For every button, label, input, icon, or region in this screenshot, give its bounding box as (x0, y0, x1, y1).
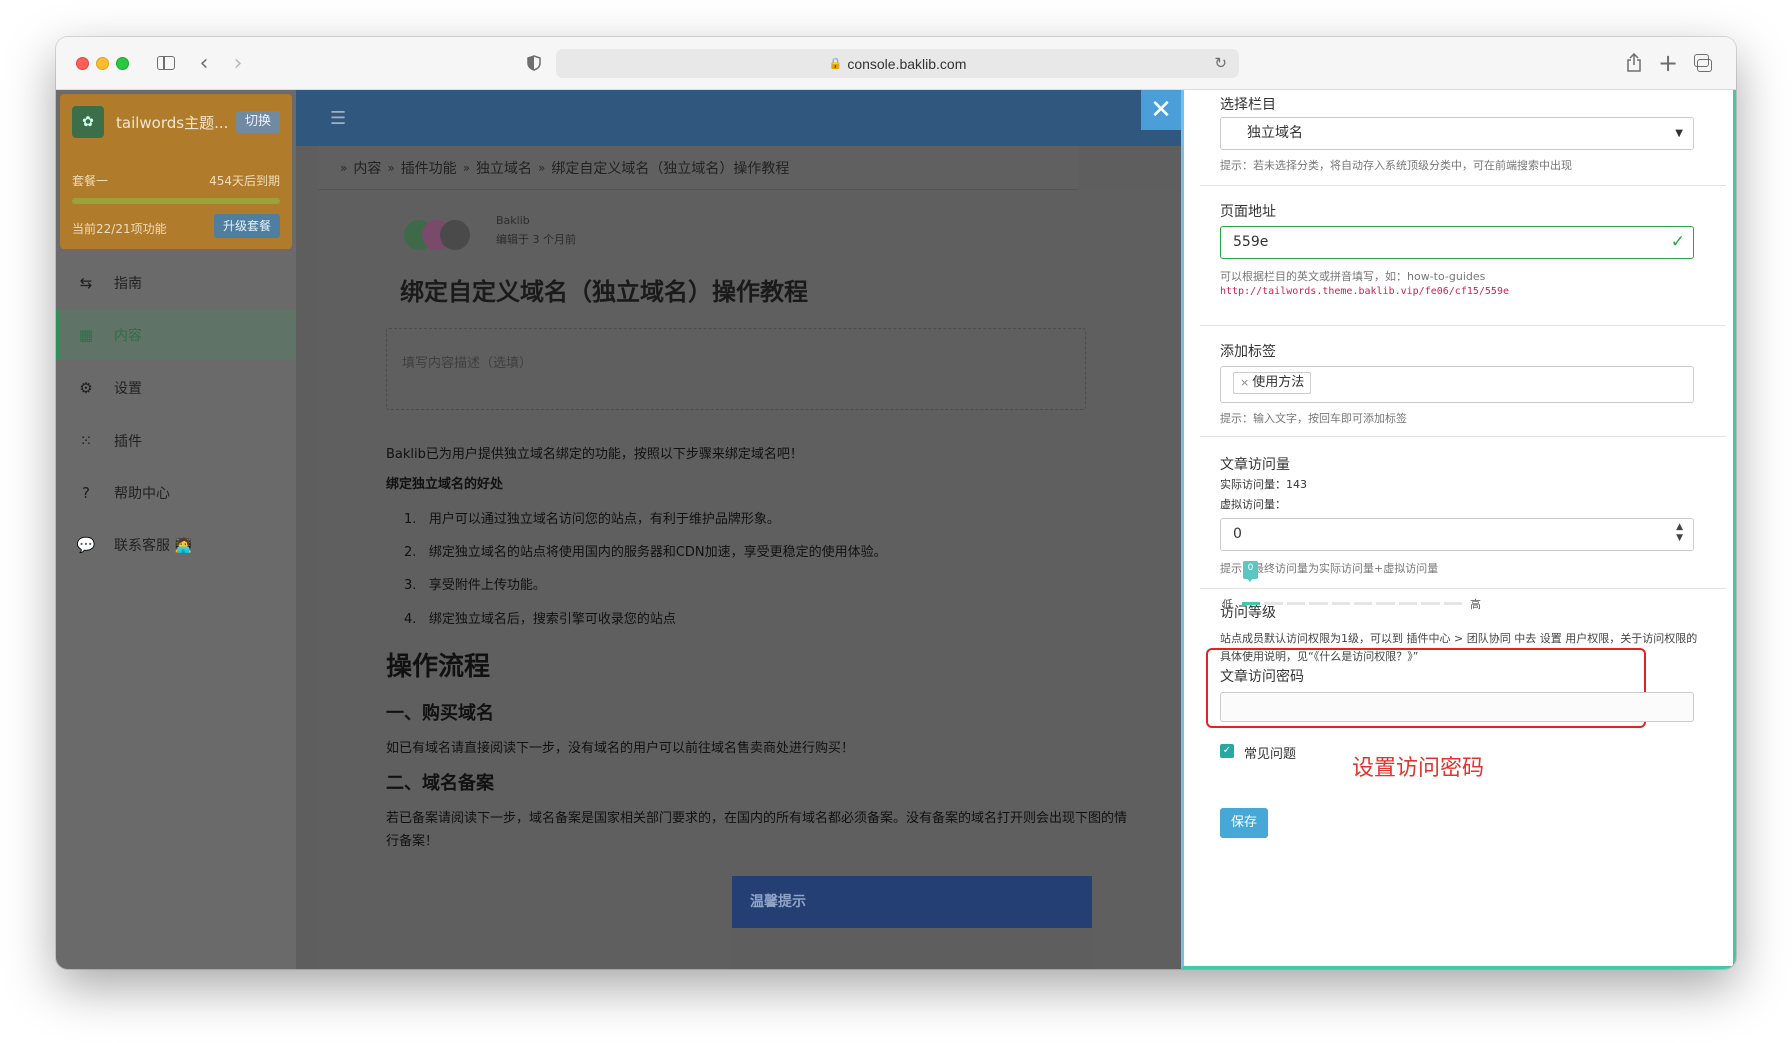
faq-checkbox[interactable]: ✓ (1220, 744, 1234, 758)
author-name: Baklib (496, 214, 530, 227)
close-drawer-button[interactable]: ✕ (1141, 90, 1181, 130)
plan-features: 当前22/21项功能 (72, 222, 167, 236)
menu-icon[interactable]: ☰ (330, 108, 346, 129)
article-title[interactable]: 绑定自定义域名（独立域名）操作教程 (400, 272, 808, 307)
site-name[interactable]: tailwords主题... (116, 112, 228, 133)
plan-name: 套餐一 (72, 174, 109, 188)
benefits-heading: 绑定独立域名的好处 (386, 477, 504, 492)
sidebar-item-label: 内容 (114, 328, 142, 344)
sidebar-item-label: 联系客服 🧑‍💻 (114, 538, 192, 554)
level-low-label: 低 (1222, 598, 1233, 611)
sidebar-item-help[interactable]: ? 帮助中心 (56, 468, 296, 518)
tip-box: 温馨提示 (732, 876, 1092, 969)
reload-icon[interactable]: ↻ (1214, 54, 1227, 72)
sidebar-item-label: 帮助中心 (114, 486, 170, 502)
level-high-label: 高 (1470, 598, 1481, 611)
list-item: 2. 绑定独立域名的站点将使用国内的服务器和CDN加速，享受更稳定的使用体验。 (404, 545, 887, 560)
gear-icon: ⚙ (79, 379, 93, 397)
upgrade-plan-button[interactable]: 升级套餐 (213, 214, 280, 238)
sidebar-toggle-icon[interactable] (154, 50, 178, 76)
share-icon[interactable] (1622, 50, 1646, 76)
address-bar[interactable]: 🔒 console.baklib.com ↻ (556, 49, 1239, 78)
step2-text: 若已备案请阅读下一步，域名备案是国家相关部门要求的，在国内的所有域名都必须备案。… (386, 811, 1128, 826)
sidebar-item-label: 指南 (114, 276, 142, 292)
plan-expire: 454天后到期 (209, 174, 280, 188)
save-button[interactable]: 保存 (1220, 808, 1268, 838)
minimize-window-button[interactable] (96, 57, 109, 70)
close-icon: ✕ (1150, 95, 1172, 125)
grid-icon: ▦ (78, 326, 94, 344)
sidebar-item-plugins[interactable]: ⁙ 插件 (56, 416, 296, 466)
step2-text-cont: 行备案！ (386, 834, 439, 849)
author-avatars (404, 218, 484, 254)
avatar (440, 220, 470, 250)
apps-icon: ⁙ (79, 432, 93, 450)
help-icon: ? (82, 484, 90, 502)
plan-card: ✿ tailwords主题... 切换 套餐一 454天后到期 当前22/21项… (60, 94, 292, 249)
sidebar-item-settings[interactable]: ⚙ 设置 (56, 363, 296, 413)
step1-text: 如已有域名请直接阅读下一步，没有域名的用户可以前往域名售卖商处进行购买！ (386, 741, 855, 756)
tip-title: 温馨提示 (732, 876, 1092, 928)
close-window-button[interactable] (76, 57, 89, 70)
forward-icon[interactable]: › (226, 50, 250, 76)
sidebar-item-content[interactable]: ▦ 内容 (56, 310, 296, 360)
password-label: 文章访问密码 (1220, 669, 1304, 685)
sidebar-item-support[interactable]: 💬 联系客服 🧑‍💻 (56, 520, 296, 570)
sidebar-item-label: 插件 (114, 434, 142, 450)
switch-site-button[interactable]: 切换 (236, 111, 281, 133)
breadcrumb-item[interactable]: 独立域名 (476, 158, 532, 178)
plan-usage-bar (72, 198, 280, 204)
breadcrumb-item[interactable]: 插件功能 (401, 158, 457, 178)
password-input[interactable] (1220, 692, 1694, 722)
breadcrumb-current: 绑定自定义域名（独立域名）操作教程 (551, 160, 790, 177)
level-slider-handle[interactable]: 0 (1243, 561, 1258, 582)
list-item: 3. 享受附件上传功能。 (404, 578, 546, 593)
site-logo-icon: ✿ (72, 106, 104, 138)
signpost-icon: ⇆ (79, 274, 93, 292)
description-placeholder: 填写内容描述（选填） (402, 356, 533, 371)
drawer-lower-section: 访问等级 0 低 高 站点成员默认访问权限为1级，可以到 插件中心 > 团队协同… (1184, 90, 1739, 969)
article-intro: Baklib已为用户提供独立域名绑定的功能，按照以下步骤来绑定域名吧！ (386, 447, 803, 462)
level-value: 0 (1247, 563, 1254, 573)
new-tab-icon[interactable]: + (1656, 49, 1680, 77)
edited-time: 编辑于 3 个月前 (496, 233, 576, 246)
sidebar-item-label: 设置 (114, 381, 142, 397)
sidebar-item-guide[interactable]: ⇆ 指南 (56, 258, 296, 308)
breadcrumb: » 内容 » 插件功能 » 独立域名 » 绑定自定义域名（独立域名）操作教程 (318, 146, 1078, 190)
list-item: 4. 绑定独立域名后，搜索引擎可收录您的站点 (404, 612, 676, 627)
url-text: console.baklib.com (847, 55, 967, 72)
annotation-text: 设置访问密码 (1352, 756, 1485, 781)
step2-heading: 二、域名备案 (386, 773, 494, 794)
back-icon[interactable]: ‹ (192, 50, 216, 76)
lock-icon: 🔒 (828, 58, 843, 70)
left-sidebar: ✿ tailwords主题... 切换 套餐一 454天后到期 当前22/21项… (56, 90, 296, 969)
tip-body (732, 928, 1092, 969)
faq-label: 常见问题 (1244, 747, 1297, 762)
step1-heading: 一、购买域名 (386, 703, 494, 724)
level-hint: 站点成员默认访问权限为1级，可以到 插件中心 > 团队协同 中去 设置 用户权限… (1220, 632, 1698, 645)
tab-overview-icon[interactable] (1690, 50, 1714, 76)
level-slider-track[interactable] (1242, 602, 1463, 605)
chat-icon: 💬 (76, 536, 96, 554)
privacy-shield-icon[interactable] (522, 50, 546, 76)
list-item: 1. 用户可以通过独立域名访问您的站点，有利于维护品牌形象。 (404, 512, 780, 527)
zoom-window-button[interactable] (116, 57, 129, 70)
flow-heading: 操作流程 (386, 652, 491, 682)
browser-toolbar: ‹ › 🔒 console.baklib.com ↻ + (56, 37, 1736, 90)
breadcrumb-item[interactable]: 内容 (353, 158, 381, 178)
